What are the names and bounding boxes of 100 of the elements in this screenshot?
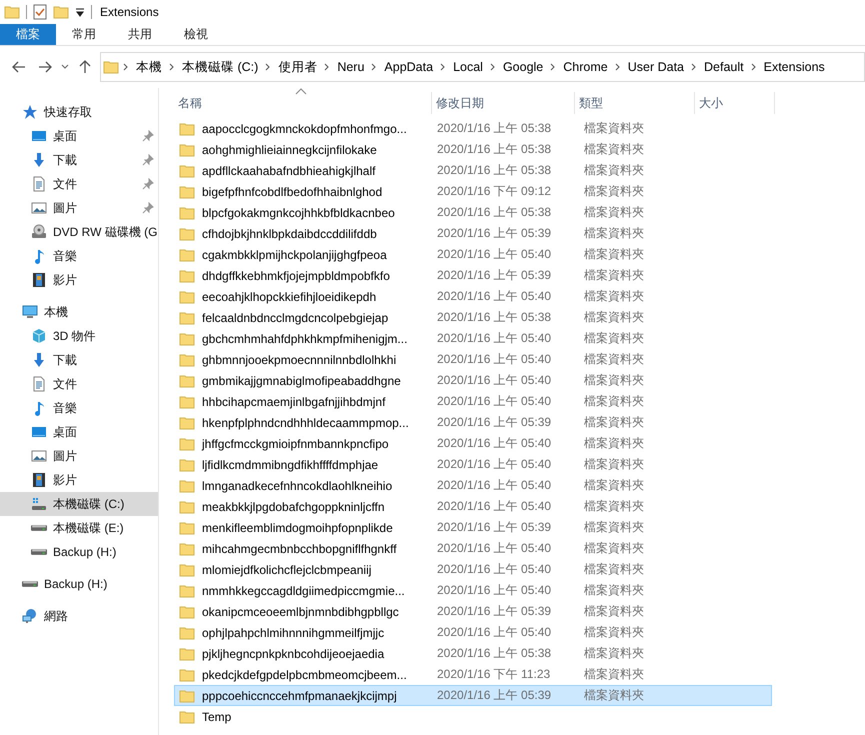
file-row[interactable]: hkenpfplphndcndhhhldecaammpmop... 2020/1/16 上午 05:39 檔案資料夾 <box>174 412 772 433</box>
file-name: gmbmikajjgmnabiglmofipeabaddhgne <box>202 374 401 388</box>
file-row[interactable]: meakbkkjlpgdobafchgoppkninljcffn 2020/1/16 上午 05:40 檔案資料夾 <box>174 496 772 517</box>
file-row[interactable]: hhbcihapcmaemjinlbgafnjjihbdmjnf 2020/1/16 上午 05:40 檔案資料夾 <box>174 391 772 412</box>
file-row[interactable]: apdfllckaahabafndbhieahigkjlhalf 2020/1/16 上午 05:38 檔案資料夾 <box>174 160 772 181</box>
pin-icon[interactable] <box>142 178 154 190</box>
ribbon-tab[interactable]: 檔案 <box>0 24 56 45</box>
nav-item[interactable]: 快速存取 <box>0 100 158 124</box>
nav-item[interactable]: 影片 <box>0 268 158 292</box>
nav-item[interactable]: 本機 <box>0 300 158 324</box>
nav-item[interactable]: Backup (H:) <box>0 572 158 596</box>
file-row[interactable]: lmnganadkecefnhncokdlaohlkneihio 2020/1/16 上午 05:40 檔案資料夾 <box>174 475 772 496</box>
breadcrumb[interactable]: AppData <box>381 60 436 74</box>
file-row[interactable]: nmmhkkegccagdldgiimedpiccmgmie... 2020/1/16 上午 05:40 檔案資料夾 <box>174 580 772 601</box>
cube-icon <box>31 328 47 344</box>
nav-item[interactable]: 3D 物件 <box>0 324 158 348</box>
folder-icon <box>179 330 195 346</box>
file-name: ophjlpahpchlmihnnnihgmmeilfjmjjc <box>202 626 384 640</box>
nav-item[interactable]: 下載 <box>0 148 158 172</box>
file-row[interactable]: dhdgffkkebhmkfjojejmpbldmpobfkfo 2020/1/16 上午 05:39 檔案資料夾 <box>174 265 772 286</box>
date-cell: 2020/1/16 上午 05:39 <box>437 415 552 429</box>
nav-item[interactable]: 桌面 <box>0 420 158 444</box>
type-cell: 檔案資料夾 <box>584 499 644 513</box>
date-cell: 2020/1/16 上午 05:39 <box>437 268 552 282</box>
address-bar[interactable]: 本機 本機磁碟 (C:) 使用者 Neru AppData Local Google Chrome User Data Default Extensions <box>100 52 865 82</box>
date-cell: 2020/1/16 上午 05:40 <box>437 478 552 492</box>
nav-item[interactable]: 圖片 <box>0 444 158 468</box>
nav-item[interactable]: 影片 <box>0 468 158 492</box>
ribbon-tab[interactable]: 共用 <box>112 24 168 45</box>
column-header[interactable]: 大小 <box>695 92 775 114</box>
folder-icon <box>179 540 195 556</box>
date-cell: 2020/1/16 上午 05:40 <box>437 562 552 576</box>
dropdown-icon[interactable] <box>75 7 85 17</box>
file-row[interactable]: cgakmbkklpmijhckpolanjijghgfpeoa 2020/1/16 上午 05:40 檔案資料夾 <box>174 244 772 265</box>
file-row[interactable]: pkedcjkdefgpdelpbcmbmeomcjbeem... 2020/1/16 下午 11:23 檔案資料夾 <box>174 664 772 685</box>
file-row[interactable]: menkifleemblimdogmoihpfopnplikde 2020/1/16 上午 05:39 檔案資料夾 <box>174 517 772 538</box>
file-row[interactable]: mihcahmgecmbnbcchbopgniflfhgnkff 2020/1/16 上午 05:40 檔案資料夾 <box>174 538 772 559</box>
window-title: Extensions <box>100 5 159 19</box>
column-header[interactable]: 修改日期 <box>432 92 575 114</box>
file-row[interactable]: okanipcmceoeemlbjnmnbdibhgpbllgc 2020/1/16 上午 05:39 檔案資料夾 <box>174 601 772 622</box>
nav-item[interactable]: 文件 <box>0 172 158 196</box>
file-row[interactable]: ophjlpahpchlmihnnnihgmmeilfjmjjc 2020/1/16 上午 05:40 檔案資料夾 <box>174 622 772 643</box>
date-cell: 2020/1/16 上午 05:40 <box>437 541 552 555</box>
file-row[interactable]: Temp <box>174 706 772 727</box>
ribbon-tab[interactable]: 檢視 <box>168 24 224 45</box>
file-row[interactable]: eecoahjklhopckkiefihjloeidikepdh 2020/1/16 上午 05:40 檔案資料夾 <box>174 286 772 307</box>
film-icon <box>31 472 47 488</box>
download-icon <box>31 152 47 168</box>
pin-icon[interactable] <box>142 154 154 166</box>
file-name: jhffgcfmcckgmioipfnmbannkpncfipo <box>202 436 389 450</box>
file-row[interactable]: ghbmnnjooekpmoecnnnilnnbdlolhkhi 2020/1/16 上午 05:40 檔案資料夾 <box>174 349 772 370</box>
nav-label: 影片 <box>53 472 77 488</box>
type-cell: 檔案資料夾 <box>584 268 644 282</box>
nav-item[interactable]: 網路 <box>0 604 158 628</box>
breadcrumb[interactable]: Local <box>450 60 486 74</box>
properties-icon[interactable] <box>33 4 47 20</box>
nav-item[interactable]: Backup (H:) <box>0 540 158 564</box>
file-row[interactable]: pppcoehiccnccehmfpmanaekjkcijmpj 2020/1/16 上午 05:39 檔案資料夾 <box>174 685 772 706</box>
column-header[interactable]: 名稱 <box>174 92 432 114</box>
file-row[interactable]: ljfidlkcmdmmibngdfikhffffdmphjae 2020/1/16 上午 05:40 檔案資料夾 <box>174 454 772 475</box>
ribbon-tab[interactable]: 常用 <box>56 24 112 45</box>
breadcrumb[interactable]: Default <box>701 60 747 74</box>
file-row[interactable]: bigefpfhnfcobdlfbedofhhaibnlghod 2020/1/16 下午 09:12 檔案資料夾 <box>174 181 772 202</box>
breadcrumb[interactable]: Chrome <box>560 60 611 74</box>
nav-item[interactable]: 音樂 <box>0 244 158 268</box>
file-name: aapocclcgogkmnckokdopfmhonfmgo... <box>202 122 407 136</box>
file-row[interactable]: gbchcmhmhahfdphkhkmpfmihenigjm... 2020/1/16 上午 05:40 檔案資料夾 <box>174 328 772 349</box>
file-row[interactable]: cfhdojbkjhnklbpkdaibdccddilifddb 2020/1/16 上午 05:39 檔案資料夾 <box>174 223 772 244</box>
breadcrumb[interactable]: Neru <box>334 60 368 74</box>
breadcrumb[interactable]: 本機 <box>133 58 165 76</box>
file-row[interactable]: felcaaldnbdncclmgdcncolpebgiejap 2020/1/16 上午 05:38 檔案資料夾 <box>174 307 772 328</box>
nav-item[interactable]: DVD RW 磁碟機 (G <box>0 220 158 244</box>
nav-item[interactable]: 本機磁碟 (C:) <box>0 492 158 516</box>
file-row[interactable]: aohghmighlieiainnegkcijnfilokake 2020/1/16 上午 05:38 檔案資料夾 <box>174 139 772 160</box>
file-row[interactable]: mlomiejdfkolichcflejclcbmpeaniij 2020/1/16 上午 05:40 檔案資料夾 <box>174 559 772 580</box>
nav-item[interactable]: 下載 <box>0 348 158 372</box>
file-row[interactable]: pjkljhegncpnkpknbcohdijeoejaedia 2020/1/16 上午 05:38 檔案資料夾 <box>174 643 772 664</box>
file-name: gbchcmhmhahfdphkhkmpfmihenigjm... <box>202 332 408 346</box>
file-row[interactable]: aapocclcgogkmnckokdopfmhonfmgo... 2020/1/16 上午 05:38 檔案資料夾 <box>174 118 772 139</box>
nav-item[interactable]: 桌面 <box>0 124 158 148</box>
breadcrumb[interactable]: 使用者 <box>275 58 320 76</box>
breadcrumb[interactable]: Extensions <box>760 60 828 74</box>
file-row[interactable]: jhffgcfmcckgmioipfnmbannkpncfipo 2020/1/16 上午 05:40 檔案資料夾 <box>174 433 772 454</box>
nav-item[interactable]: 本機磁碟 (E:) <box>0 516 158 540</box>
pin-icon[interactable] <box>142 130 154 142</box>
nav-item[interactable]: 音樂 <box>0 396 158 420</box>
breadcrumb[interactable]: Google <box>500 60 546 74</box>
file-name: apdfllckaahabafndbhieahigkjlhalf <box>202 164 376 178</box>
folder-icon <box>179 394 195 410</box>
file-row[interactable]: gmbmikajjgmnabiglmofipeabaddhgne 2020/1/16 上午 05:40 檔案資料夾 <box>174 370 772 391</box>
column-header[interactable]: 類型 <box>575 92 695 114</box>
nav-item[interactable]: 文件 <box>0 372 158 396</box>
pin-icon[interactable] <box>142 202 154 214</box>
file-name: ljfidlkcmdmmibngdfikhffffdmphjae <box>202 458 378 472</box>
date-cell: 2020/1/16 上午 05:38 <box>437 205 552 219</box>
file-row[interactable]: blpcfgokakmgnkcojhhkbfbldkacnbeo 2020/1/16 上午 05:38 檔案資料夾 <box>174 202 772 223</box>
nav-item[interactable]: 圖片 <box>0 196 158 220</box>
breadcrumb[interactable]: User Data <box>624 60 688 74</box>
breadcrumb[interactable]: 本機磁碟 (C:) <box>179 58 262 76</box>
folder-icon <box>179 414 195 430</box>
